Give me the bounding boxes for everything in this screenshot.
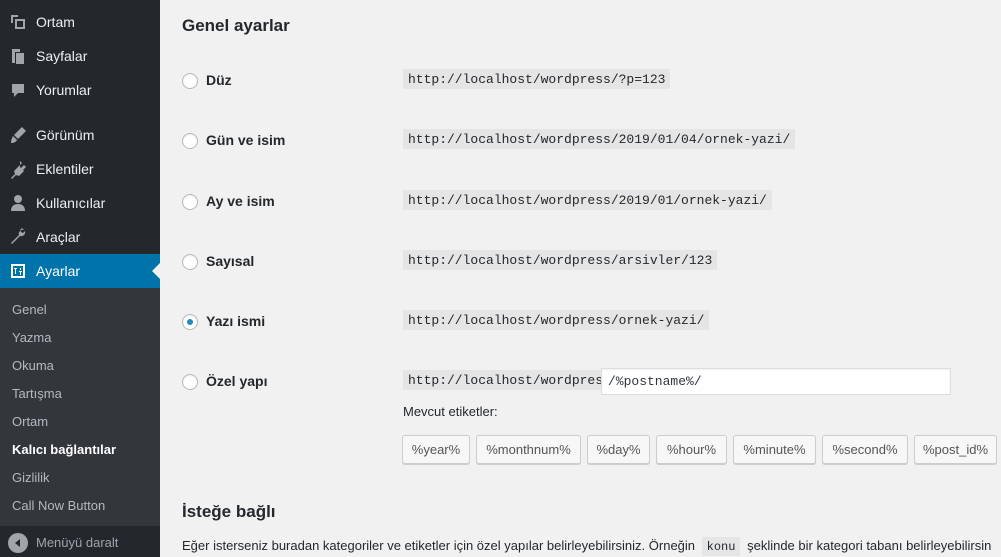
menu-label: Görünüm [36, 127, 95, 143]
example-url: http://localhost/wordpress/ornek-yazi/ [403, 310, 710, 330]
permalink-option-plain: Düz http://localhost/wordpress/?p=123 [182, 66, 1001, 96]
permalink-option-month-name: Ay ve isim http://localhost/wordpress/20… [182, 187, 1001, 217]
menu-label: Sayfalar [36, 48, 88, 64]
submenu-item-media[interactable]: Ortam [12, 414, 48, 429]
radio-plain[interactable] [182, 73, 198, 89]
collapse-icon [8, 532, 28, 553]
menu-label: Yorumlar [36, 82, 92, 98]
collapse-label: Menüyü daralt [36, 535, 119, 550]
tools-icon [0, 227, 36, 247]
description-text: Eğer isterseniz buradan kategoriler ve e… [182, 538, 696, 553]
plugins-icon [0, 159, 36, 179]
tag-button-monthnum[interactable]: %monthnum% [476, 435, 581, 464]
menu-item-pages[interactable]: Sayfalar [0, 39, 160, 73]
menu-label: Ayarlar [36, 263, 81, 279]
comments-icon [0, 80, 36, 100]
option-label[interactable]: Düz [206, 72, 232, 88]
option-label[interactable]: Yazı ismi [206, 313, 265, 329]
collapse-menu-button[interactable]: Menüyü daralt [0, 528, 160, 557]
menu-label: Eklentiler [36, 161, 94, 177]
submenu-item-permalinks[interactable]: Kalıcı bağlantılar [12, 442, 116, 457]
menu-label: Araçlar [36, 229, 81, 245]
menu-item-comments[interactable]: Yorumlar [0, 73, 160, 107]
radio-day-name[interactable] [182, 133, 198, 149]
settings-icon [0, 261, 36, 281]
tag-button-day[interactable]: %day% [587, 435, 650, 464]
media-icon [0, 12, 36, 32]
submenu-item-writing[interactable]: Yazma [12, 330, 52, 345]
radio-custom[interactable] [182, 374, 198, 390]
tag-button-hour[interactable]: %hour% [656, 435, 727, 464]
menu-item-plugins[interactable]: Eklentiler [0, 152, 160, 186]
tag-button-year[interactable]: %year% [402, 435, 470, 464]
permalink-option-post-name: Yazı ismi http://localhost/wordpress/orn… [182, 307, 1001, 337]
tag-button-second[interactable]: %second% [822, 435, 908, 464]
example-url: http://localhost/wordpress/arsivler/123 [403, 250, 718, 270]
admin-sidebar: Ortam Sayfalar Yorumlar Görünüm Eklentil… [0, 0, 160, 557]
submenu-item-call-now-button[interactable]: Call Now Button [12, 498, 105, 513]
permalink-option-day-name: Gün ve isim http://localhost/wordpress/2… [182, 126, 1001, 156]
radio-month-name[interactable] [182, 194, 198, 210]
example-code: konu [701, 537, 741, 556]
users-icon [0, 193, 36, 213]
tag-button-post-id[interactable]: %post_id% [914, 435, 997, 464]
option-label[interactable]: Gün ve isim [206, 132, 285, 148]
example-url: http://localhost/wordpress/2019/01/04/or… [403, 129, 796, 149]
menu-item-users[interactable]: Kullanıcılar [0, 186, 160, 220]
submenu-item-general[interactable]: Genel [12, 302, 47, 317]
permalink-option-numeric: Sayısal http://localhost/wordpress/arsiv… [182, 247, 1001, 277]
option-label[interactable]: Sayısal [206, 253, 254, 269]
available-tags-label: Mevcut etiketler: [403, 404, 498, 419]
description-text: şeklinde bir kategori tabanı belirleyebi… [747, 538, 992, 553]
custom-base-url: http://localhost/wordpress [403, 370, 616, 390]
main-content: Genel ayarlar Düz http://localhost/wordp… [160, 0, 1001, 557]
menu-label: Kullanıcılar [36, 195, 106, 211]
general-settings-title: Genel ayarlar [182, 16, 290, 35]
submenu-item-privacy[interactable]: Gizlilik [12, 470, 50, 485]
option-label[interactable]: Özel yapı [206, 373, 267, 389]
menu-item-tools[interactable]: Araçlar [0, 220, 160, 254]
option-label[interactable]: Ay ve isim [206, 193, 275, 209]
radio-numeric[interactable] [182, 254, 198, 270]
submenu-item-discussion[interactable]: Tartışma [12, 386, 62, 401]
example-url: http://localhost/wordpress/2019/01/ornek… [403, 190, 772, 210]
menu-item-appearance[interactable]: Görünüm [0, 118, 160, 152]
pages-icon [0, 46, 36, 66]
example-url: http://localhost/wordpress/?p=123 [403, 69, 671, 89]
radio-post-name[interactable] [182, 314, 198, 330]
active-indicator [152, 263, 160, 279]
tag-button-minute[interactable]: %minute% [733, 435, 816, 464]
menu-item-settings[interactable]: Ayarlar [0, 254, 160, 288]
settings-submenu: Genel Yazma Okuma Tartışma Ortam Kalıcı … [0, 288, 160, 526]
menu-label: Ortam [36, 14, 75, 30]
menu-item-media[interactable]: Ortam [0, 5, 160, 39]
appearance-icon [0, 125, 36, 145]
optional-title: İsteğe bağlı [182, 502, 276, 521]
custom-structure-input[interactable]: /%postname%/ [601, 368, 951, 395]
optional-description: Eğer isterseniz buradan kategoriler ve e… [182, 537, 992, 556]
submenu-item-reading[interactable]: Okuma [12, 358, 54, 373]
